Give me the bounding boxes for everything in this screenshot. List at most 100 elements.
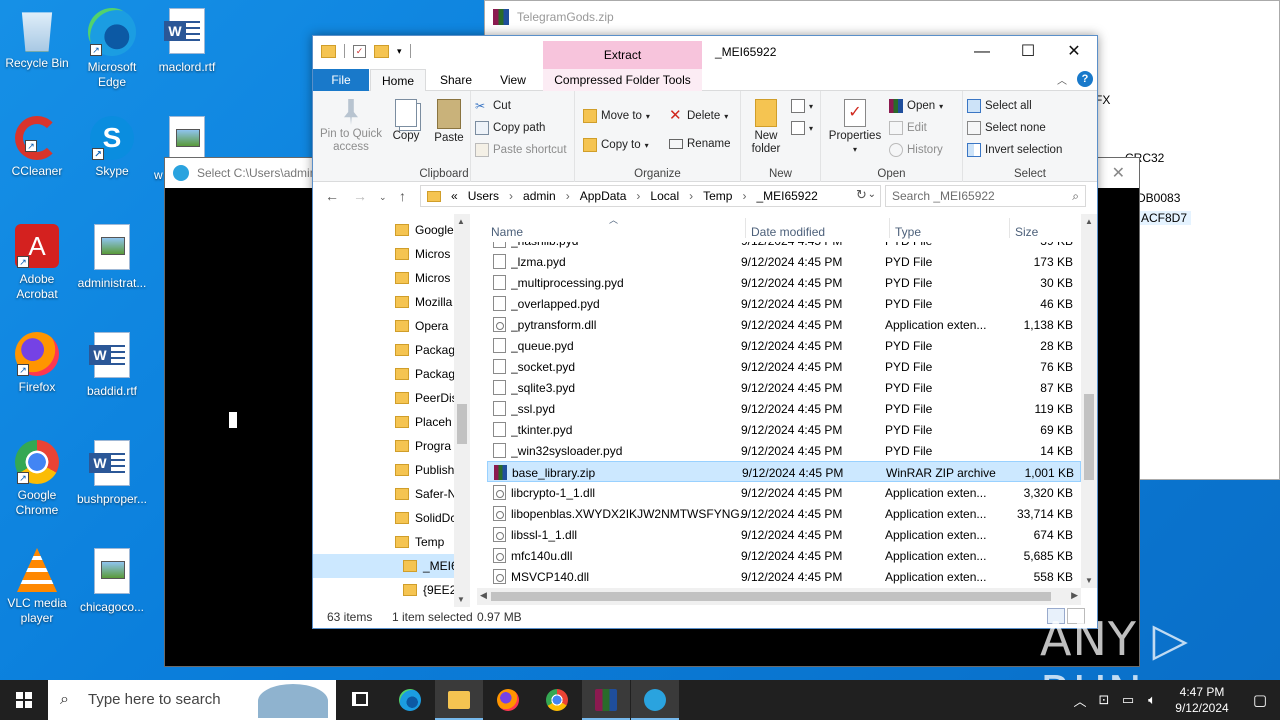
- clock[interactable]: 4:47 PM 9/12/2024: [1164, 684, 1240, 716]
- desktop-icon-adobe-acrobat[interactable]: A ↗ Adobe Acrobat: [0, 224, 74, 302]
- forward-arrow-icon[interactable]: →: [353, 188, 367, 204]
- file-row[interactable]: _socket.pyd 9/12/2024 4:45 PM PYD File 76 K…: [487, 356, 1081, 377]
- easy-access-button[interactable]: ▾: [791, 121, 813, 135]
- taskbar-chrome[interactable]: [533, 680, 581, 720]
- task-view-button[interactable]: [336, 680, 384, 720]
- scroll-right-icon[interactable]: ▶: [1071, 590, 1078, 601]
- column-type[interactable]: Type: [895, 225, 921, 239]
- file-row[interactable]: libssl-1_1.dll 9/12/2024 4:45 PM Applicati…: [487, 524, 1081, 545]
- breadcrumb-segment[interactable]: AppData: [580, 189, 627, 203]
- file-explorer-window[interactable]: ✓ ▾ Extract _MEI65922 — ☐ ✕ File Home Sh…: [312, 35, 1098, 629]
- volume-icon[interactable]: 🔈︎: [1140, 692, 1164, 708]
- move-to-button[interactable]: Move to ▾: [583, 109, 650, 123]
- column-size[interactable]: Size: [1015, 225, 1038, 239]
- breadcrumb-separator-icon[interactable]: ›: [566, 189, 570, 203]
- minimize-button[interactable]: —: [959, 36, 1005, 68]
- back-arrow-icon[interactable]: ←: [325, 188, 339, 204]
- extract-context-tab[interactable]: Extract: [543, 41, 702, 69]
- copy-to-button[interactable]: Copy to ▾: [583, 138, 649, 152]
- recent-locations-icon[interactable]: ⌄: [379, 192, 387, 203]
- column-date-modified[interactable]: Date modified: [751, 225, 825, 239]
- tab-view[interactable]: View: [488, 69, 538, 91]
- file-list[interactable]: Name ︿ Date modified Type Size _hashlib.…: [477, 214, 1097, 607]
- file-row[interactable]: _pytransform.dll 9/12/2024 4:45 PM Applica…: [487, 314, 1081, 335]
- up-arrow-icon[interactable]: ↑: [399, 188, 406, 204]
- select-none-button[interactable]: Select none: [967, 121, 1046, 135]
- breadcrumb-segment[interactable]: _MEI65922: [756, 189, 817, 203]
- properties-qat-icon[interactable]: ✓: [353, 44, 366, 58]
- taskbar-telegram[interactable]: [631, 680, 679, 720]
- refresh-icon[interactable]: ↻: [856, 187, 867, 203]
- new-folder-qat-icon[interactable]: [374, 44, 389, 58]
- winrar-titlebar[interactable]: TelegramGods.zip: [485, 1, 1279, 33]
- properties-button[interactable]: ✓ Properties ▾: [827, 99, 883, 156]
- breadcrumb-segment[interactable]: Users: [468, 189, 499, 203]
- edit-button[interactable]: Edit: [889, 121, 927, 135]
- breadcrumb-separator-icon[interactable]: ›: [636, 189, 640, 203]
- scroll-up-icon[interactable]: ▲: [1085, 217, 1093, 226]
- file-row[interactable]: libopenblas.XWYDX2IKJW2NMTWSFYNG... 9/12/…: [487, 503, 1081, 524]
- tab-home[interactable]: Home: [370, 69, 426, 91]
- new-item-button[interactable]: ▾: [791, 99, 813, 113]
- scroll-down-icon[interactable]: ▼: [457, 595, 465, 604]
- file-row[interactable]: libcrypto-1_1.dll 9/12/2024 4:45 PM Applic…: [487, 482, 1081, 503]
- scroll-up-icon[interactable]: ▲: [457, 217, 465, 226]
- desktop-icon-firefox[interactable]: ↗ Firefox: [0, 332, 74, 395]
- file-row[interactable]: _hashlib.pyd9/12/2024 4:45 PM PYD File39 …: [487, 242, 1081, 251]
- tab-share[interactable]: Share: [431, 69, 481, 91]
- navigation-pane[interactable]: Google Micros Micros Mozilla Opera Packag Pack…: [313, 214, 470, 607]
- explorer-titlebar[interactable]: ✓ ▾ Extract _MEI65922 — ☐ ✕: [313, 36, 1097, 69]
- help-icon[interactable]: ?: [1077, 71, 1093, 87]
- scroll-thumb[interactable]: [1084, 394, 1094, 480]
- taskbar-edge[interactable]: [386, 680, 434, 720]
- breadcrumb-separator-icon[interactable]: ›: [509, 189, 513, 203]
- file-row[interactable]: _sqlite3.pyd 9/12/2024 4:45 PM PYD File 87 …: [487, 377, 1081, 398]
- desktop-icon-maclord-rtf[interactable]: W maclord.rtf: [150, 8, 224, 75]
- file-row[interactable]: _multiprocessing.pyd 9/12/2024 4:45 PM PYD…: [487, 272, 1081, 293]
- file-list-horizontal-scrollbar[interactable]: ◀ ▶: [477, 588, 1081, 605]
- tab-file[interactable]: File: [313, 69, 369, 91]
- select-all-button[interactable]: Select all: [967, 99, 1032, 113]
- column-divider[interactable]: [745, 218, 746, 238]
- column-divider[interactable]: [1009, 218, 1010, 238]
- nav-folder-item[interactable]: _MEI6: [313, 554, 456, 578]
- collapse-ribbon-icon[interactable]: ︿: [1057, 72, 1067, 87]
- taskbar-file-explorer[interactable]: [435, 680, 483, 720]
- paste-button[interactable]: Paste: [431, 99, 467, 145]
- start-button[interactable]: [0, 680, 48, 720]
- desktop-icon-vlc[interactable]: VLC media player: [0, 548, 74, 626]
- desktop-icon-bushproper[interactable]: W bushproper...: [75, 440, 149, 507]
- desktop-icon-administrat[interactable]: administrat...: [75, 224, 149, 291]
- tab-compressed-folder-tools[interactable]: Compressed Folder Tools: [543, 69, 702, 91]
- address-dropdown-icon[interactable]: ⌄: [868, 189, 876, 200]
- taskbar-winrar[interactable]: [582, 680, 630, 720]
- console-close-icon[interactable]: ✕: [1112, 163, 1125, 183]
- scroll-down-icon[interactable]: ▼: [1085, 576, 1093, 585]
- file-row[interactable]: _win32sysloader.pyd 9/12/2024 4:45 PM PYD …: [487, 440, 1081, 461]
- show-hidden-icons-icon[interactable]: ︿: [1068, 691, 1092, 710]
- pin-to-quick-access-button[interactable]: Pin to Quick access: [319, 99, 383, 154]
- file-row[interactable]: MSVCP140.dll 9/12/2024 4:45 PM Application…: [487, 566, 1081, 587]
- open-button[interactable]: Open ▾: [889, 99, 943, 113]
- file-row[interactable]: base_library.zip 9/12/2024 4:45 PM WinRAR …: [487, 461, 1081, 482]
- rename-button[interactable]: Rename: [669, 138, 730, 150]
- maximize-button[interactable]: ☐: [1005, 36, 1051, 68]
- new-folder-button[interactable]: New folder: [745, 99, 787, 156]
- breadcrumb-segment[interactable]: Temp: [703, 189, 732, 203]
- file-row[interactable]: _lzma.pyd 9/12/2024 4:45 PM PYD File 173 KB: [487, 251, 1081, 272]
- qat-dropdown-icon[interactable]: ▾: [397, 46, 402, 57]
- desktop-icon-baddid-rtf[interactable]: W baddid.rtf: [75, 332, 149, 399]
- scroll-thumb[interactable]: [457, 404, 467, 444]
- file-list-vertical-scrollbar[interactable]: ▲ ▼: [1081, 214, 1097, 588]
- network-icon[interactable]: ▭: [1116, 692, 1140, 708]
- address-overflow[interactable]: «: [451, 189, 458, 203]
- desktop-icon-chicagoco[interactable]: chicagoco...: [75, 548, 149, 615]
- delete-button[interactable]: ✕ Delete ▾: [669, 108, 728, 123]
- column-divider[interactable]: [889, 218, 890, 238]
- invert-selection-button[interactable]: Invert selection: [967, 143, 1062, 157]
- file-row[interactable]: _tkinter.pyd 9/12/2024 4:45 PM PYD File 69 …: [487, 419, 1081, 440]
- desktop-icon-microsoft-edge[interactable]: ↗ Microsoft Edge: [75, 8, 149, 90]
- notifications-icon[interactable]: ▢: [1240, 691, 1280, 709]
- breadcrumb-segment[interactable]: admin: [523, 189, 556, 203]
- breadcrumb-segment[interactable]: Local: [650, 189, 679, 203]
